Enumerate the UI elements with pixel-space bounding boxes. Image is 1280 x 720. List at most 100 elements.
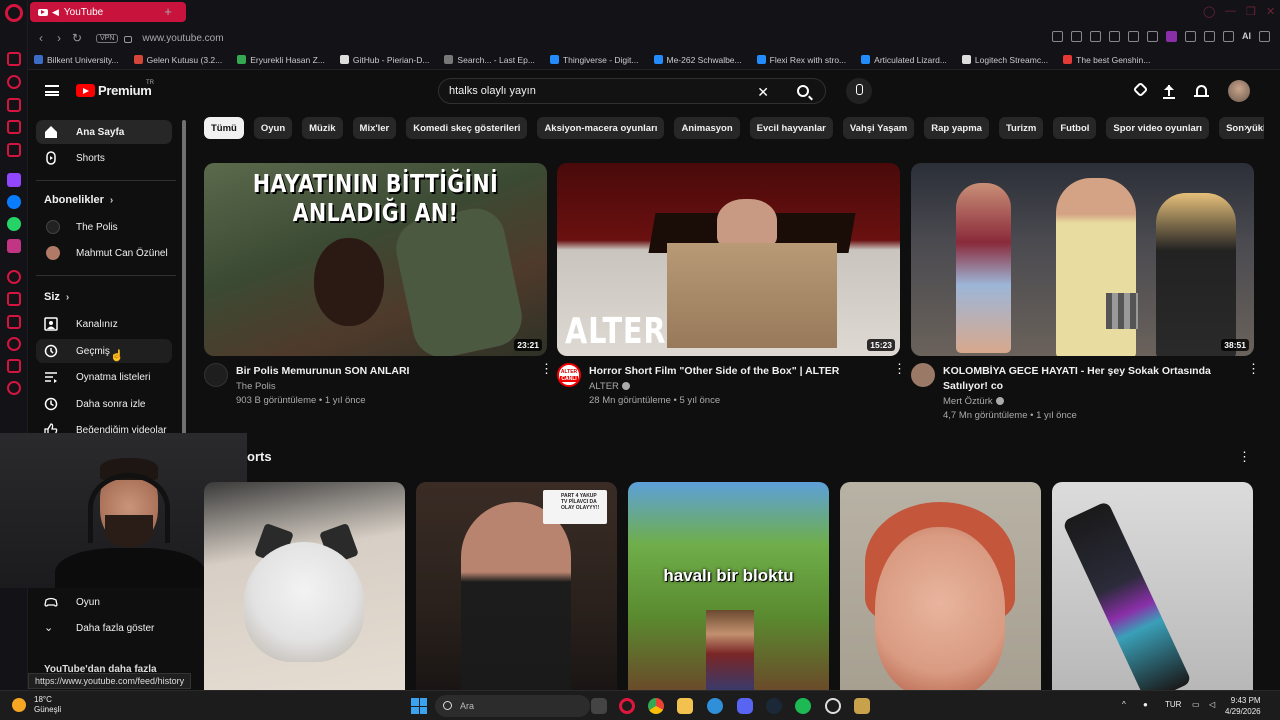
app-icon[interactable]: [707, 698, 723, 714]
bookmark-item[interactable]: Me-262 Schwalbe...: [653, 55, 742, 65]
youtube-logo-icon[interactable]: [76, 84, 95, 97]
menu-icon[interactable]: [1259, 31, 1270, 42]
crypto-wallet-icon[interactable]: [7, 143, 21, 157]
chip-filter[interactable]: Son yüklenenler: [1219, 117, 1264, 139]
shield-icon[interactable]: [1090, 31, 1101, 42]
forward-button[interactable]: ›: [50, 31, 68, 45]
voice-search-mic-icon[interactable]: [846, 78, 872, 104]
video-title[interactable]: Bir Polis Memurunun SON ANLARI: [236, 364, 526, 379]
taskbar-search[interactable]: Ara: [435, 695, 590, 717]
video-thumbnail[interactable]: 38:51: [911, 163, 1254, 356]
more-actions-icon[interactable]: [893, 361, 906, 377]
sidebar-scrollbar[interactable]: [182, 120, 186, 440]
pinboard-icon[interactable]: [7, 98, 21, 112]
chip-filter[interactable]: Animasyon: [674, 117, 740, 139]
clear-search-icon[interactable]: ✕: [757, 84, 769, 101]
vpn-badge[interactable]: VPN: [96, 33, 119, 43]
channel-avatar[interactable]: [911, 363, 935, 387]
chip-filter[interactable]: Oyun: [253, 117, 293, 139]
video-popout-icon[interactable]: [1071, 31, 1082, 42]
tray-chevron-up-icon[interactable]: ^: [1122, 700, 1126, 709]
bookmark-item[interactable]: The best Genshin...: [1063, 55, 1150, 65]
youtube-premium-logo[interactable]: Premium: [98, 83, 152, 98]
bookmark-item[interactable]: Articulated Lizard...: [861, 55, 947, 65]
snapshot-icon[interactable]: [1052, 31, 1063, 42]
video-card[interactable]: HAYATININ BİTTİĞİNİ ANLADIĞI AN! 23:21 B…: [204, 163, 553, 423]
short-card[interactable]: havalı bir bloktu: [628, 482, 829, 690]
chip-filter[interactable]: Futbol: [1053, 117, 1097, 139]
sidebar-item-playlists[interactable]: Oynatma listeleri: [36, 365, 172, 389]
easy-setup-icon[interactable]: [1204, 31, 1215, 42]
sidebar-item-home[interactable]: Ana Sayfa: [36, 120, 172, 144]
discord-icon[interactable]: [737, 698, 753, 714]
tabs-icon[interactable]: [7, 315, 21, 329]
chip-filter[interactable]: Vahşi Yaşam: [842, 117, 915, 139]
file-explorer-icon[interactable]: [677, 698, 693, 714]
video-card[interactable]: ALTER 15:23 ALTER CANLI Horror Short Fil…: [557, 163, 906, 423]
opera-taskbar-icon[interactable]: [619, 698, 635, 714]
sidebar-item-subscription-mahmut-can-ozunel[interactable]: Mahmut Can Özünel: [36, 241, 172, 265]
more-actions-icon[interactable]: [540, 361, 553, 377]
speaker-icon[interactable]: ◀: [52, 7, 59, 18]
you-heading[interactable]: Siz ›: [44, 291, 69, 303]
search-icon[interactable]: [797, 85, 809, 97]
video-thumbnail[interactable]: HAYATININ BİTTİĞİNİ ANLADIĞI AN! 23:21: [204, 163, 547, 356]
volume-icon[interactable]: ◁: [1209, 700, 1215, 709]
sidebar-item-shorts[interactable]: Shorts: [36, 146, 172, 170]
instagram-icon[interactable]: [7, 239, 21, 253]
channel-name[interactable]: ALTER: [589, 381, 630, 392]
short-card[interactable]: [840, 482, 1041, 690]
download-icon[interactable]: [1109, 31, 1120, 42]
bookmark-item[interactable]: Eryurekli Hasan Z...: [237, 55, 325, 65]
music-player-icon[interactable]: [7, 270, 21, 284]
bookmark-item[interactable]: GitHub - Pierian-D...: [339, 55, 429, 65]
task-view-icon[interactable]: [591, 698, 607, 714]
short-card[interactable]: [204, 482, 405, 690]
search-tabs-icon[interactable]: ◯: [1203, 5, 1215, 18]
chip-filter[interactable]: Müzik: [302, 117, 343, 139]
sidebar-item-gaming[interactable]: Oyun: [36, 590, 172, 614]
downloads-icon[interactable]: [1223, 31, 1234, 42]
taskbar-clock[interactable]: 9:43 PM 4/29/2026: [1225, 695, 1261, 717]
short-card[interactable]: [1052, 482, 1253, 690]
chip-filter[interactable]: Komedi skeç gösterileri: [406, 117, 528, 139]
chip-filter[interactable]: Tümü: [204, 117, 244, 139]
menu-hamburger-icon[interactable]: [45, 85, 59, 96]
downloads-icon[interactable]: [7, 337, 21, 351]
network-icon[interactable]: ▭: [1192, 700, 1200, 709]
lock-icon[interactable]: [124, 35, 133, 43]
chip-filter[interactable]: Aksiyon-macera oyunları: [537, 117, 665, 139]
chip-filter[interactable]: Spor video oyunları: [1106, 117, 1210, 139]
chip-filter[interactable]: Mix'ler: [352, 117, 397, 139]
league-icon[interactable]: [854, 698, 870, 714]
chip-filter[interactable]: Rap yapma: [924, 117, 989, 139]
short-card[interactable]: PART 4 YAKUP TV PİLAVCI DA OLAY OLAYYY!!: [416, 482, 617, 690]
create-icon[interactable]: [1132, 81, 1149, 98]
bookmark-item[interactable]: Logitech Streamc...: [961, 55, 1048, 65]
close-window-button[interactable]: ✕: [1266, 5, 1275, 18]
search-input[interactable]: [449, 85, 759, 97]
channel-avatar[interactable]: ALTER CANLI: [557, 363, 581, 387]
sidebar-item-your-channel[interactable]: Kanalınız: [36, 312, 172, 336]
video-title[interactable]: Horror Short Film "Other Side of the Box…: [589, 364, 879, 379]
spotify-icon[interactable]: [795, 698, 811, 714]
whatsapp-icon[interactable]: [7, 217, 21, 231]
upload-icon[interactable]: [1162, 84, 1176, 99]
bookmark-item[interactable]: Gelen Kutusu (3.2...: [133, 55, 222, 65]
channel-avatar[interactable]: [204, 363, 228, 387]
account-avatar[interactable]: [1228, 80, 1250, 102]
app-icon[interactable]: [825, 698, 841, 714]
back-button[interactable]: ‹: [32, 31, 50, 45]
puzzle-icon[interactable]: [1185, 31, 1196, 42]
weather-sun-icon[interactable]: [12, 698, 26, 712]
sidebar-item-history[interactable]: Geçmiş ☝: [36, 339, 172, 363]
video-card[interactable]: 38:51 KOLOMBİYA GECE HAYATI - Her şey So…: [911, 163, 1260, 423]
history-icon[interactable]: [7, 75, 21, 89]
bookmark-item[interactable]: Flexi Rex with stro...: [756, 55, 846, 65]
workspace-icon[interactable]: [7, 52, 21, 66]
notifications-bell-icon[interactable]: [1194, 84, 1209, 98]
sidebar-item-subscription-the-polis[interactable]: The Polis: [36, 215, 172, 239]
minimize-button[interactable]: —: [1225, 5, 1236, 17]
channel-name[interactable]: Mert Öztürk: [943, 396, 1004, 407]
reload-button[interactable]: ↻: [68, 31, 86, 45]
